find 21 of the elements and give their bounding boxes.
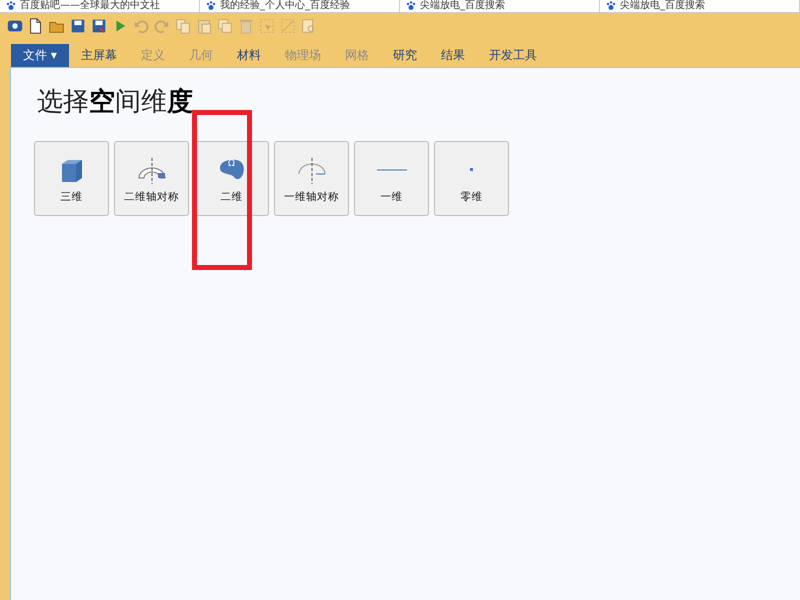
ribbon-tab[interactable]: 主屏幕 xyxy=(68,44,129,67)
page-heading: 选择空间维度 xyxy=(37,86,194,119)
paw-icon xyxy=(406,1,416,11)
dimension-button[interactable]: 一维轴对称 xyxy=(274,141,349,216)
ribbon-tab[interactable]: 研究 xyxy=(380,44,429,67)
paw-icon xyxy=(6,1,16,11)
paw-icon xyxy=(606,1,616,11)
omega-symbol: Ω xyxy=(227,158,236,168)
paw-icon xyxy=(206,1,216,11)
dimension-button[interactable]: 二维轴对称 xyxy=(114,141,189,216)
dimension-button[interactable]: 一维 xyxy=(354,141,429,216)
ribbon-tab[interactable]: 结果 xyxy=(428,44,477,67)
ribbon-tab[interactable]: 开发工具 xyxy=(476,44,549,67)
dimension-button[interactable]: 三维 xyxy=(34,141,109,216)
ribbon-tab[interactable]: 文件 ▾ xyxy=(11,44,69,67)
dimension-button[interactable]: 零维 xyxy=(434,141,509,216)
save-as-icon[interactable] xyxy=(90,17,108,35)
save-icon[interactable] xyxy=(69,17,87,35)
point-icon xyxy=(470,168,473,171)
line-icon xyxy=(376,168,406,170)
ribbon-tab[interactable]: 材料 xyxy=(224,44,273,67)
